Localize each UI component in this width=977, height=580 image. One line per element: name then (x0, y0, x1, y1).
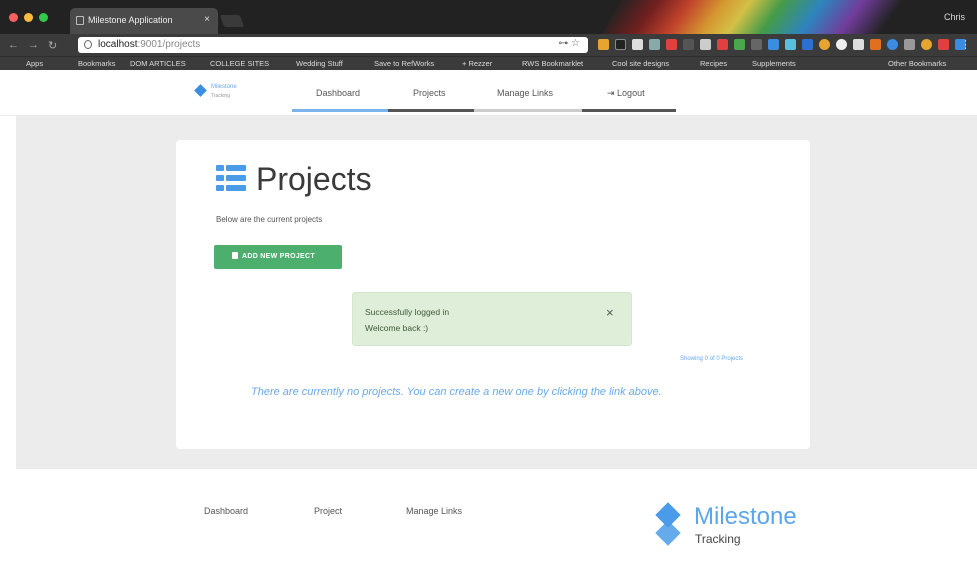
bookmark-item[interactable]: DOM ARTICLES (130, 59, 186, 68)
footer-link-project[interactable]: Project (314, 506, 342, 516)
bookmark-item[interactable]: RWS Bookmarklet (522, 59, 583, 68)
extension-icon[interactable] (615, 39, 626, 50)
extension-icon[interactable] (683, 39, 694, 50)
close-icon[interactable]: × (606, 305, 614, 320)
alert-submessage: Welcome back :) (365, 323, 429, 333)
success-alert: Successfully logged in Welcome back :) × (352, 292, 632, 346)
nav-manage-links[interactable]: Manage Links (497, 88, 553, 98)
footer-link-manage-links[interactable]: Manage Links (406, 506, 462, 516)
bookmarks-bar: Apps Bookmarks DOM ARTICLES COLLEGE SITE… (0, 56, 977, 71)
bookmark-item[interactable]: + Rezzer (462, 59, 492, 68)
logout-icon: ⇥ (607, 88, 618, 98)
nav-logo-subtext: Tracking (211, 93, 230, 99)
footer-logo-title: Milestone (694, 503, 797, 530)
logo-diamond-icon (655, 520, 681, 546)
extension-icon[interactable] (734, 39, 745, 50)
nav-projects[interactable]: Projects (413, 88, 446, 98)
extension-icon[interactable] (785, 39, 796, 50)
browser-tab[interactable]: Milestone Application × (70, 8, 218, 34)
extension-icon[interactable] (870, 39, 881, 50)
showing-count: Showing 0 of 0 Projects (680, 356, 744, 362)
bookmark-item[interactable]: Save to RefWorks (374, 59, 434, 68)
extension-icon[interactable] (649, 39, 660, 50)
nav-logout-label: Logout (617, 88, 645, 98)
bookmark-item[interactable]: Apps (26, 59, 43, 68)
page-icon (76, 16, 84, 25)
reload-icon[interactable]: ↻ (48, 39, 57, 52)
url-host: localhost (98, 39, 138, 50)
info-icon[interactable] (84, 40, 92, 49)
active-underline (292, 109, 388, 112)
page-title: Projects (256, 161, 372, 197)
list-icon (216, 165, 246, 191)
bookmark-item[interactable]: Bookmarks (78, 59, 116, 68)
bookmark-item[interactable]: Other Bookmarks (888, 59, 946, 68)
browser-toolbar: ← → ↻ localhost:9001/projects ⊶ ☆ ⋮ (0, 34, 977, 56)
extension-icon[interactable] (717, 39, 728, 50)
nav-underline (582, 109, 676, 112)
extension-icon[interactable] (853, 39, 864, 50)
app-navbar: Milestone Tracking Dashboard Projects Ma… (0, 70, 977, 116)
bookmark-item[interactable]: Cool site designs (612, 59, 669, 68)
menu-icon[interactable]: ⋮ (960, 38, 971, 51)
add-new-project-button[interactable]: ADD NEW PROJECT (214, 245, 342, 269)
extension-icon[interactable] (938, 39, 949, 50)
add-new-project-label: ADD NEW PROJECT (242, 253, 315, 260)
bookmark-item[interactable]: Recipes (700, 59, 727, 68)
extension-icon[interactable] (666, 39, 677, 50)
empty-state-message: There are currently no projects. You can… (251, 386, 662, 398)
extension-icon[interactable] (632, 39, 643, 50)
extension-icon[interactable] (598, 39, 609, 50)
extension-icon[interactable] (836, 39, 847, 50)
address-bar[interactable]: localhost:9001/projects ⊶ ☆ (78, 37, 588, 53)
plus-icon (232, 252, 238, 259)
logo-diamond-icon (194, 84, 207, 97)
nav-logout[interactable]: ⇥ Logout (607, 88, 645, 99)
footer-link-dashboard[interactable]: Dashboard (204, 506, 248, 516)
extension-icons (598, 39, 966, 51)
footer-logo-subtitle: Tracking (695, 532, 741, 546)
nav-underline (474, 109, 582, 112)
browser-titlebar: Milestone Application × Chris (0, 0, 977, 34)
profile-name[interactable]: Chris (944, 12, 965, 22)
url-path: :9001/projects (137, 39, 201, 50)
nav-dashboard[interactable]: Dashboard (316, 88, 360, 98)
extension-icon[interactable] (802, 39, 813, 50)
bookmark-item[interactable]: Wedding Stuff (296, 59, 343, 68)
bookmark-item[interactable]: Supplements (752, 59, 796, 68)
extension-icon[interactable] (768, 39, 779, 50)
tab-close-icon[interactable]: × (204, 14, 210, 25)
extension-icon[interactable] (887, 39, 898, 50)
alert-message: Successfully logged in (365, 307, 450, 317)
projects-card: Projects Below are the current projects … (176, 140, 810, 449)
extension-icon[interactable] (700, 39, 711, 50)
close-window-button[interactable] (9, 13, 18, 22)
theme-decoration (594, 0, 946, 34)
new-tab-button[interactable] (219, 15, 245, 27)
nav-logo-text: Milestone (211, 84, 237, 90)
minimize-window-button[interactable] (24, 13, 33, 22)
extension-icon[interactable] (819, 39, 830, 50)
forward-icon[interactable]: → (28, 39, 39, 51)
extension-icon[interactable] (751, 39, 762, 50)
extension-icon[interactable] (904, 39, 915, 50)
back-icon[interactable]: ← (8, 39, 19, 51)
page-subtitle: Below are the current projects (216, 215, 323, 224)
bookmark-star-icon[interactable]: ⊶ ☆ (558, 38, 580, 49)
tab-title: Milestone Application (88, 15, 173, 25)
maximize-window-button[interactable] (39, 13, 48, 22)
extension-icon[interactable] (921, 39, 932, 50)
bookmark-item[interactable]: COLLEGE SITES (210, 59, 269, 68)
nav-underline (388, 109, 474, 112)
